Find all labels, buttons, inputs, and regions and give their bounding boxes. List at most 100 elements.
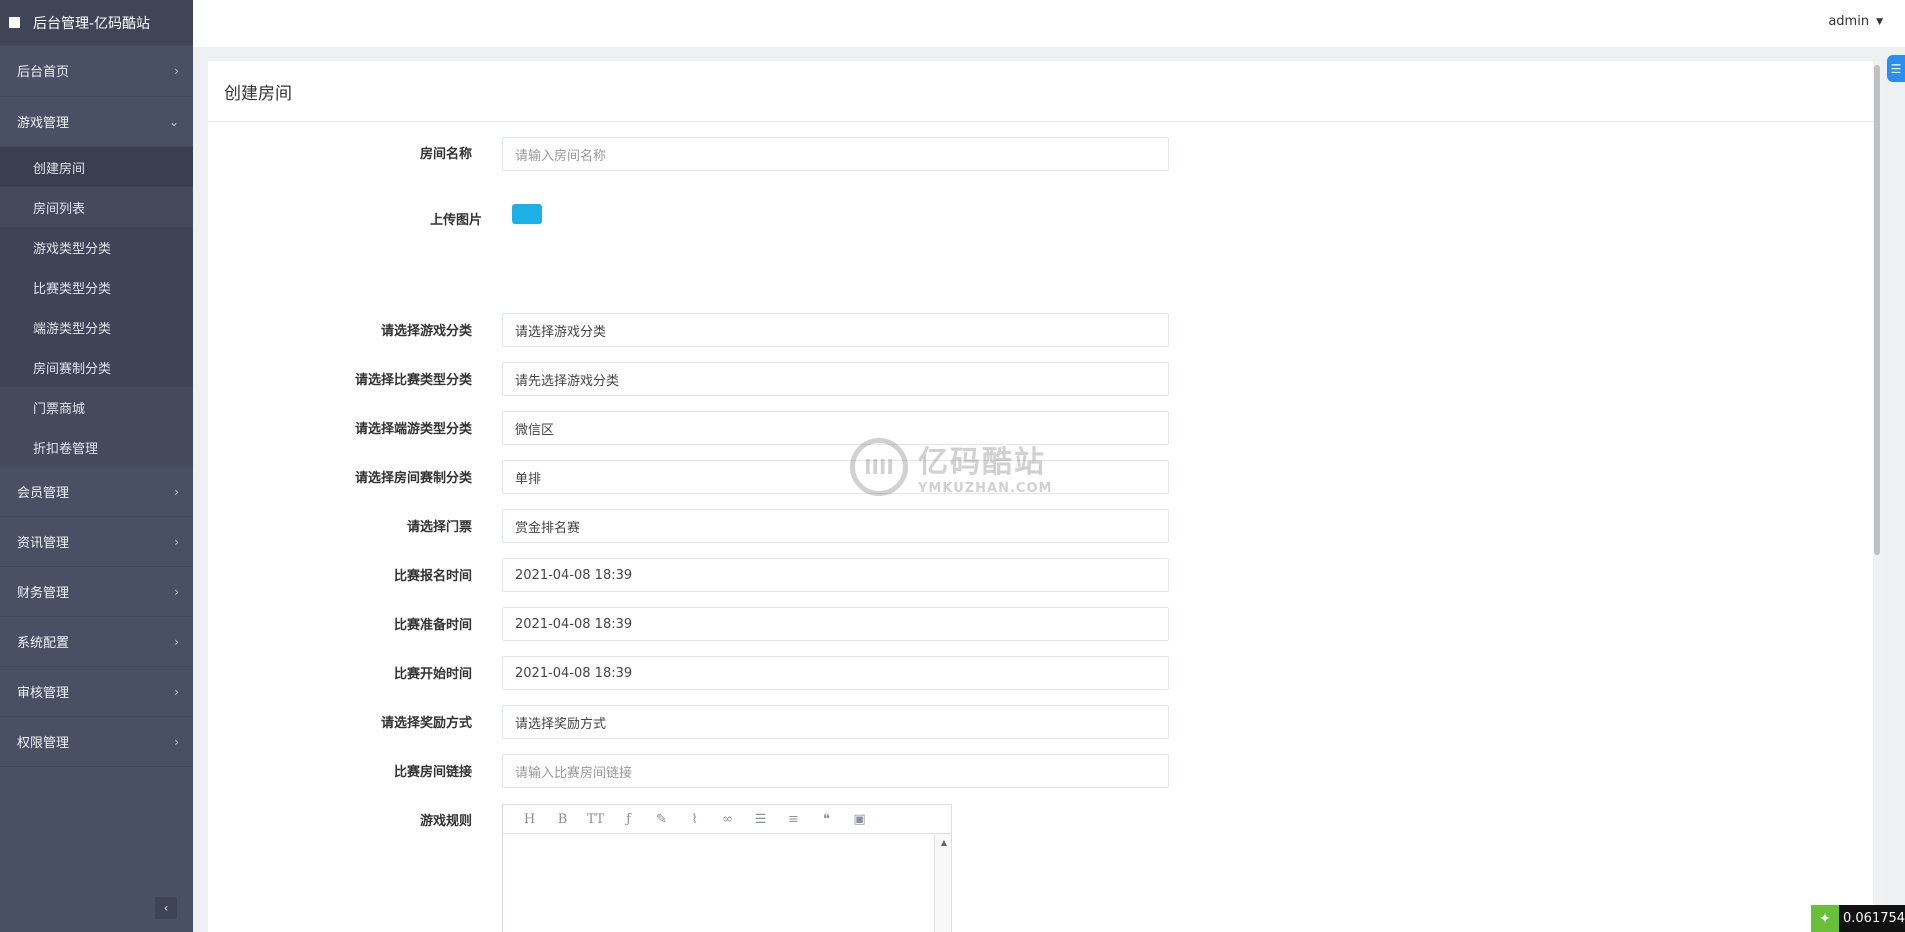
pen-icon[interactable]: ✎ (645, 812, 678, 827)
sidebar-item-label: 后台首页 (17, 65, 70, 80)
font-icon[interactable]: ƒ (612, 812, 645, 827)
side-float-button[interactable]: ☰ (1887, 55, 1905, 82)
sidebar-subitem-match-type[interactable]: 比赛类型分类 (0, 267, 193, 307)
sidebar-subitem-label: 折扣卷管理 (33, 441, 99, 457)
topbar: admin ▼ (193, 0, 1905, 47)
sidebar-collapse-button[interactable]: ‹ (155, 897, 177, 919)
match-type-select[interactable]: 请先选择游戏分类 (502, 362, 1169, 396)
sidebar-subitem-room-list[interactable]: 房间列表 (0, 187, 193, 227)
field-label: 比赛开始时间 (393, 667, 472, 682)
field-label: 房间名称 (419, 147, 472, 162)
field-reward: 请选择奖励方式 请选择奖励方式 (208, 705, 1308, 739)
editor-scrollbar[interactable] (934, 834, 951, 932)
sidebar-item-system[interactable]: 系统配置 › (0, 617, 193, 667)
quote-icon[interactable]: ❝ (810, 812, 843, 827)
field-room-name: 房间名称 请输入房间名称 (208, 137, 1308, 171)
chevron-right-icon: › (174, 584, 179, 599)
align-left-icon[interactable]: ≡ (777, 812, 810, 827)
heading-icon[interactable]: H (513, 812, 546, 827)
field-prep-time: 比赛准备时间 2021-04-08 18:39 (208, 607, 1308, 641)
field-room-link: 比赛房间链接 请输入比赛房间链接 (208, 754, 1308, 788)
sidebar-item-label: 资讯管理 (17, 536, 70, 551)
sidebar-item-finance[interactable]: 财务管理 › (0, 567, 193, 617)
link-icon[interactable]: ∞ (711, 812, 744, 827)
field-label: 请选择游戏分类 (380, 324, 472, 339)
field-client-type: 请选择端游类型分类 微信区 (208, 411, 1308, 445)
chevron-right-icon: › (174, 684, 179, 699)
field-label: 游戏规则 (419, 814, 472, 829)
room-name-input[interactable]: 请输入房间名称 (502, 137, 1169, 171)
field-label: 请选择房间赛制分类 (354, 471, 472, 486)
sidebar-subitem-coupons[interactable]: 折扣卷管理 (0, 427, 193, 467)
upload-image-button[interactable] (512, 204, 542, 224)
brush-icon[interactable]: ⌇ (678, 812, 711, 827)
client-type-select[interactable]: 微信区 (502, 411, 1169, 445)
sidebar-subitem-room-format[interactable]: 房间赛制分类 (0, 347, 193, 387)
prep-time-input[interactable]: 2021-04-08 18:39 (502, 607, 1169, 641)
sidebar-subitem-ticket-shop[interactable]: 门票商城 (0, 387, 193, 427)
rules-editor: H B TT ƒ ✎ ⌇ ∞ ☰ ≡ ❝ ▣ ▲ (502, 804, 952, 932)
room-format-select[interactable]: 单排 (502, 460, 1169, 494)
sidebar-item-label: 财务管理 (17, 586, 70, 601)
chevron-right-icon: › (174, 634, 179, 649)
ticket-select[interactable]: 赏金排名赛 (502, 509, 1169, 543)
game-category-select[interactable]: 请选择游戏分类 (502, 313, 1169, 347)
chevron-down-icon: ⌄ (168, 114, 179, 129)
user-menu[interactable]: admin ▼ (1828, 14, 1883, 29)
scroll-up-icon[interactable]: ▲ (941, 838, 947, 847)
sidebar-subitem-game-type[interactable]: 游戏类型分类 (0, 227, 193, 267)
sidebar-item-label: 权限管理 (17, 736, 70, 751)
sidebar-item-game-management[interactable]: 游戏管理 ⌄ (0, 97, 193, 147)
brand[interactable]: 后台管理-亿码酷站 (0, 0, 193, 45)
editor-toolbar: H B TT ƒ ✎ ⌇ ∞ ☰ ≡ ❝ ▣ (503, 805, 951, 834)
field-label: 比赛房间链接 (393, 765, 472, 780)
field-match-type: 请选择比赛类型分类 请先选择游戏分类 (208, 362, 1308, 396)
field-label: 请选择端游类型分类 (354, 422, 472, 437)
list-icon[interactable]: ☰ (744, 812, 777, 827)
text-size-icon[interactable]: TT (579, 812, 612, 827)
sidebar: 后台管理-亿码酷站 后台首页 › 游戏管理 ⌄ 创建房间 房间列表 游戏类型分类… (0, 0, 193, 932)
sidebar-item-label: 系统配置 (17, 636, 70, 651)
page-scrollbar-thumb[interactable] (1874, 65, 1880, 555)
signup-time-input[interactable]: 2021-04-08 18:39 (502, 558, 1169, 592)
reward-select[interactable]: 请选择奖励方式 (502, 705, 1169, 739)
sidebar-subitem-label: 门票商城 (33, 401, 86, 417)
watermark-subtext: YMKUZHAN.COM (918, 481, 1053, 496)
main-panel: 创建房间 房间名称 请输入房间名称 上传图片 请选择游戏分类 请选择游戏分类 请… (208, 61, 1881, 932)
field-upload: 上传图片 (208, 201, 1308, 235)
leaf-logo-icon[interactable]: ✦ (1811, 905, 1839, 932)
sidebar-subitem-label: 房间赛制分类 (33, 361, 112, 377)
sidebar-item-review[interactable]: 审核管理 › (0, 667, 193, 717)
brand-title: 后台管理-亿码酷站 (33, 15, 151, 32)
watermark: IIII 亿码酷站 YMKUZHAN.COM (850, 437, 1052, 496)
sidebar-item-label: 审核管理 (17, 686, 70, 701)
sidebar-subitem-create-room[interactable]: 创建房间 (0, 147, 193, 187)
field-label: 请选择比赛类型分类 (354, 373, 472, 388)
room-link-input[interactable]: 请输入比赛房间链接 (502, 754, 1169, 788)
sidebar-subitem-client-type[interactable]: 端游类型分类 (0, 307, 193, 347)
rules-editor-body[interactable] (503, 834, 951, 932)
chevron-left-icon: ‹ (163, 901, 169, 915)
bold-icon[interactable]: B (546, 812, 579, 827)
sidebar-subitem-label: 游戏类型分类 (33, 241, 112, 257)
sidebar-subitem-label: 房间列表 (33, 201, 86, 217)
field-label: 请选择门票 (406, 520, 472, 535)
start-time-input[interactable]: 2021-04-08 18:39 (502, 656, 1169, 690)
chevron-right-icon: › (174, 63, 179, 78)
sidebar-item-home[interactable]: 后台首页 › (0, 45, 193, 97)
timer-value: 0.061754s (1839, 905, 1905, 932)
field-start-time: 比赛开始时间 2021-04-08 18:39 (208, 656, 1308, 690)
field-label: 比赛报名时间 (393, 569, 472, 584)
field-signup-time: 比赛报名时间 2021-04-08 18:39 (208, 558, 1308, 592)
field-label: 请选择奖励方式 (380, 716, 472, 731)
page-scrollbar[interactable] (1873, 61, 1881, 932)
sidebar-item-news[interactable]: 资讯管理 › (0, 517, 193, 567)
sidebar-item-permissions[interactable]: 权限管理 › (0, 717, 193, 767)
sidebar-item-members[interactable]: 会员管理 › (0, 467, 193, 517)
image-icon[interactable]: ▣ (843, 812, 876, 827)
page-title: 创建房间 (208, 61, 1881, 122)
chevron-right-icon: › (174, 734, 179, 749)
sidebar-submenu: 创建房间 房间列表 游戏类型分类 比赛类型分类 端游类型分类 房间赛制分类 门票… (0, 147, 193, 467)
user-name: admin (1828, 14, 1870, 29)
field-game-category: 请选择游戏分类 请选择游戏分类 (208, 313, 1308, 347)
